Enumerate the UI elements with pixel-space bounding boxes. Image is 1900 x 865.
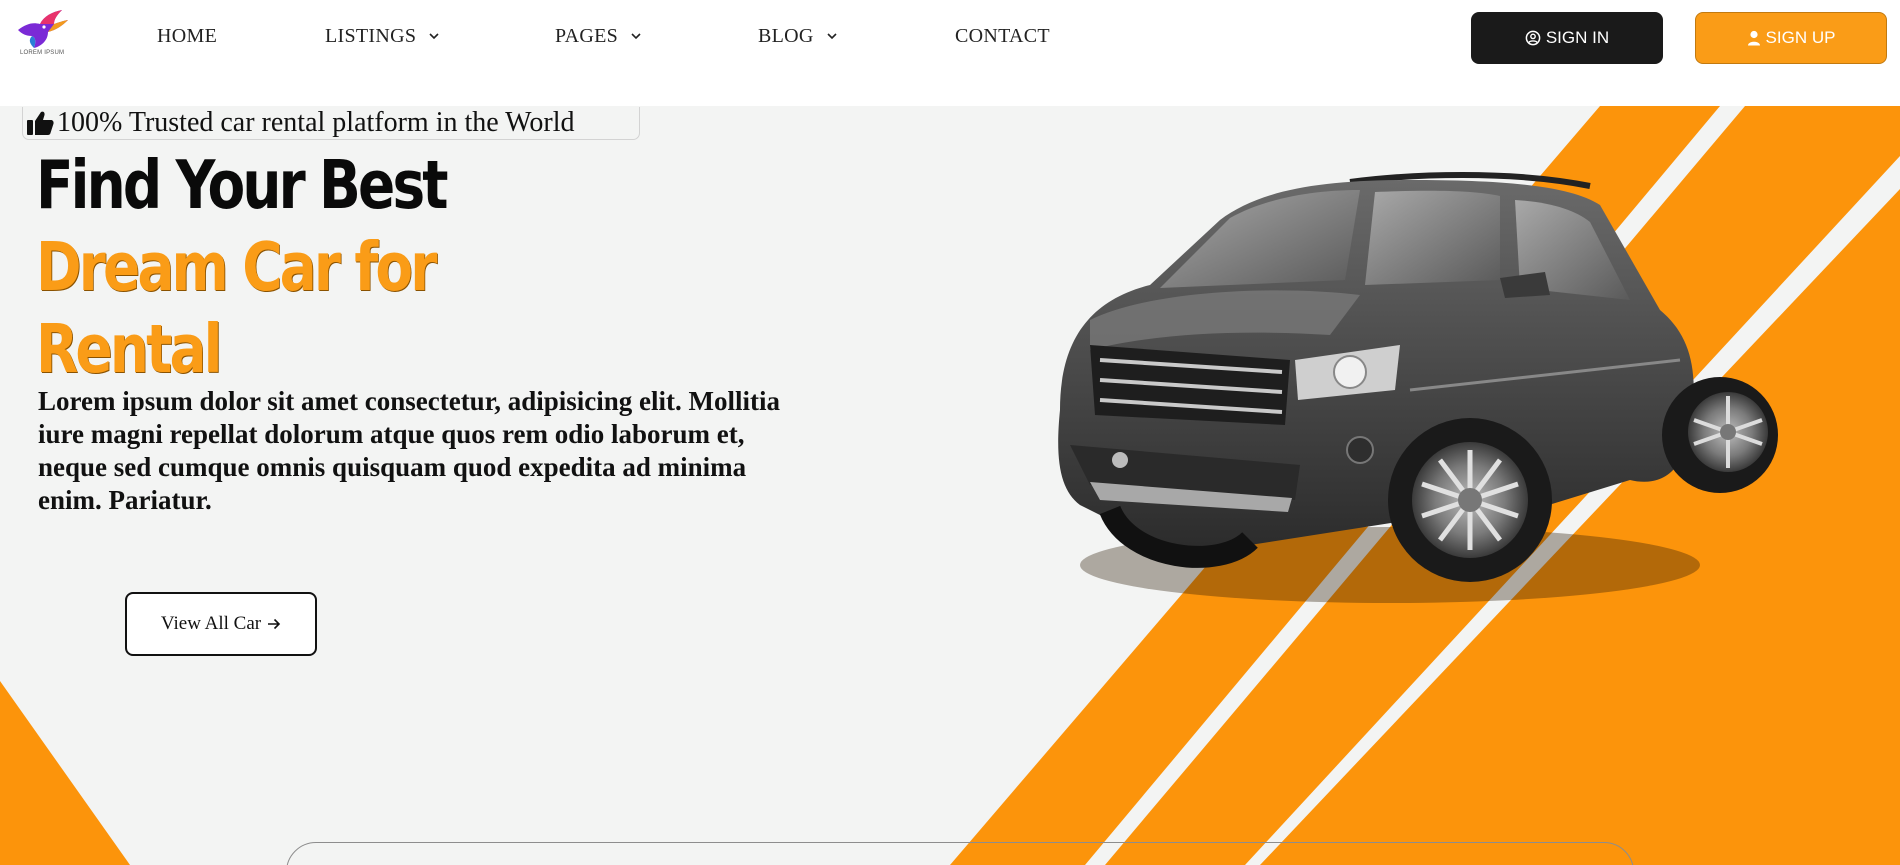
- nav-home[interactable]: HOME: [157, 23, 217, 49]
- nav-pages[interactable]: PAGES: [555, 23, 643, 49]
- logo-bird-icon: [18, 10, 68, 48]
- view-all-car-label: View All Car: [160, 613, 262, 634]
- car-search-panel[interactable]: [286, 842, 1634, 865]
- hero-description: Lorem ipsum dolor sit amet consectetur, …: [38, 386, 780, 515]
- thumbs-up-icon: [27, 111, 54, 135]
- chevron-down-icon: [631, 33, 641, 40]
- nav-blog[interactable]: BLOG: [758, 23, 839, 49]
- chevron-down-icon: [827, 33, 837, 40]
- sign-in-label: SIGN IN: [1545, 28, 1610, 47]
- headline-line-3: Rental: [36, 310, 222, 388]
- nav-pages-label: PAGES: [555, 24, 619, 47]
- user-circle-icon: [1525, 30, 1541, 46]
- nav-listings-label: LISTINGS: [325, 24, 417, 47]
- sign-in-button[interactable]: SIGN IN: [1471, 12, 1663, 64]
- sign-up-button[interactable]: SIGN UP: [1695, 12, 1887, 64]
- view-all-car-button[interactable]: View All Car: [125, 592, 317, 656]
- chevron-down-icon: [429, 33, 439, 40]
- nav-listings[interactable]: LISTINGS: [325, 23, 441, 49]
- user-icon: [1747, 30, 1760, 46]
- nav-contact-label: CONTACT: [955, 24, 1050, 47]
- site-logo[interactable]: LOREM IPSUM: [14, 8, 70, 60]
- hero-headline: Find Your Best Dream Car for Rental: [36, 144, 449, 390]
- nav-contact[interactable]: CONTACT: [955, 23, 1050, 49]
- arrow-right-icon: [268, 618, 281, 630]
- trust-badge-text: 100% Trusted car rental platform in the …: [57, 107, 575, 138]
- logo-text: LOREM IPSUM: [20, 50, 65, 56]
- nav-blog-label: BLOG: [758, 24, 814, 47]
- headline-line-2: Dream Car for: [36, 228, 437, 306]
- site-header: LOREM IPSUM HOME LISTINGS PAGES BLOG CON…: [0, 0, 1900, 106]
- sign-up-label: SIGN UP: [1765, 28, 1836, 47]
- trust-badge: 100% Trusted car rental platform in the …: [22, 107, 640, 140]
- nav-home-label: HOME: [157, 24, 218, 47]
- suv-car-image: [1058, 172, 1778, 603]
- headline-line-1: Find Your Best: [36, 146, 449, 224]
